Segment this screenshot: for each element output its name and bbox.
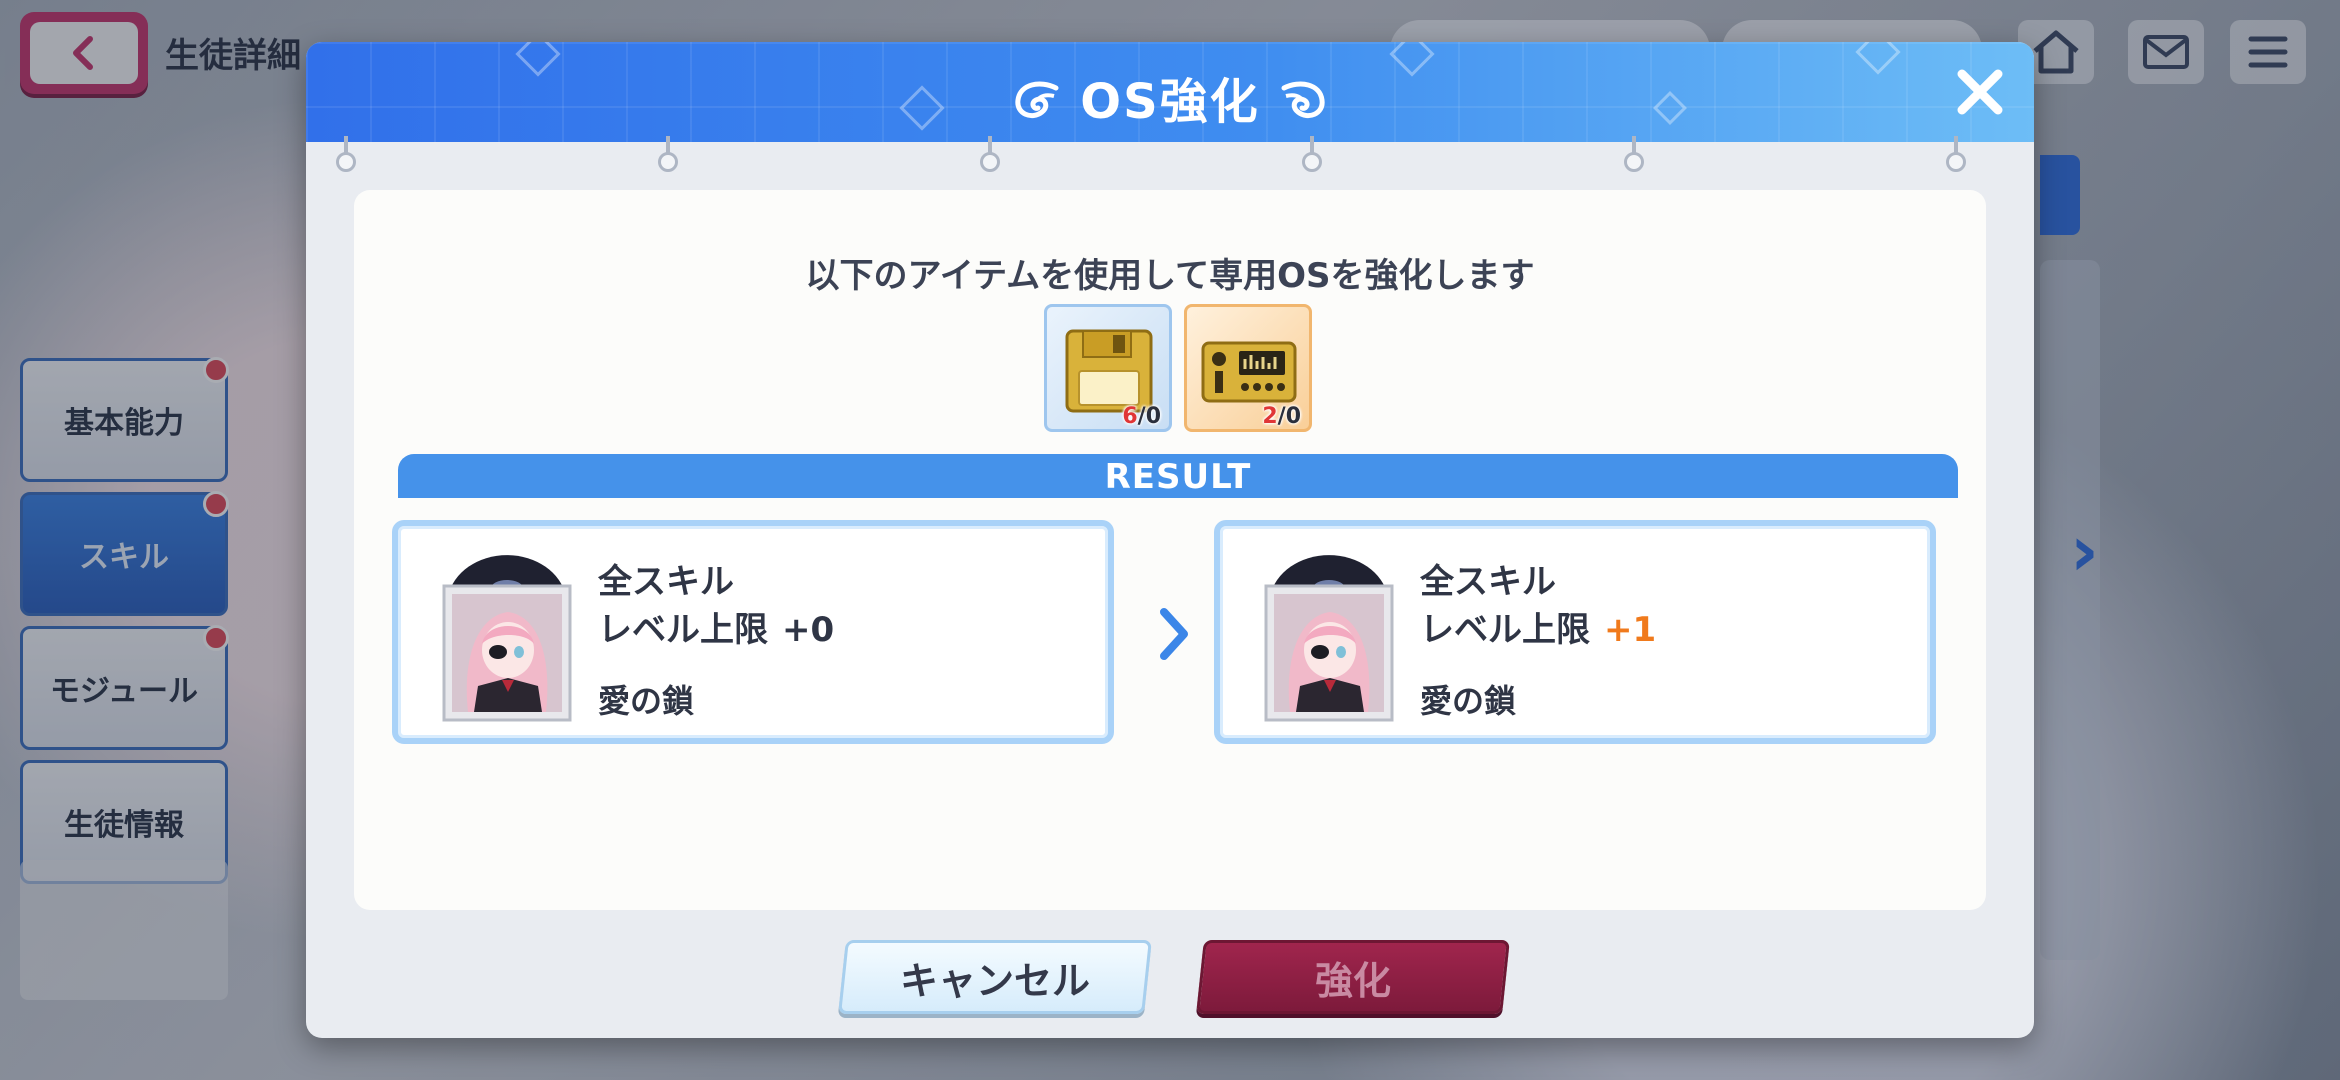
- os-thumbnail: [442, 546, 572, 722]
- os-level-cap-value: +1: [1604, 610, 1657, 650]
- binder-rings: [306, 136, 2034, 176]
- wing-right-icon: [1281, 81, 1325, 118]
- result-header: RESULT: [398, 454, 1958, 498]
- os-name: 愛の鎖: [598, 682, 695, 720]
- os-effect-target: 全スキル: [1420, 562, 1556, 602]
- material-item-board[interactable]: 2/0: [1184, 304, 1312, 432]
- material-item-floppy[interactable]: 6/0: [1044, 304, 1172, 432]
- material-list: 6/0 2/0: [1044, 304, 1324, 434]
- os-record-portrait-icon: [1264, 555, 1394, 722]
- os-before-card: 全スキル レベル上限 +0 愛の鎖: [392, 520, 1114, 744]
- close-icon: [1957, 69, 2003, 115]
- material-count: 6/0: [1122, 404, 1161, 429]
- os-after-card: 全スキル レベル上限 +1 愛の鎖: [1214, 520, 1936, 744]
- chevron-right-icon: [1154, 604, 1194, 664]
- os-effect-line: レベル上限 +1: [1420, 610, 1657, 650]
- os-effect-target: 全スキル: [598, 562, 734, 602]
- os-level-cap-value: +0: [782, 610, 835, 650]
- close-button[interactable]: [1948, 60, 2012, 124]
- enhance-button[interactable]: 強化: [1196, 940, 1510, 1014]
- cancel-button[interactable]: キャンセル: [838, 940, 1152, 1014]
- os-enhance-dialog: OS強化 以下のアイテムを使用して専用OSを強化します 6/0 2/0 RESU…: [306, 42, 2034, 1038]
- os-record-portrait-icon: [442, 555, 572, 722]
- material-count: 2/0: [1262, 404, 1301, 429]
- dialog-header: OS強化: [306, 42, 2034, 142]
- dialog-title: OS強化: [306, 62, 2034, 132]
- os-thumbnail: [1264, 546, 1394, 722]
- wing-left-icon: [1015, 81, 1059, 118]
- os-effect-line: レベル上限 +0: [598, 610, 835, 650]
- instruction-text: 以下のアイテムを使用して専用OSを強化します: [805, 256, 1535, 296]
- os-name: 愛の鎖: [1420, 682, 1517, 720]
- dialog-content: 以下のアイテムを使用して専用OSを強化します 6/0 2/0 RESULT 全ス…: [354, 190, 1986, 910]
